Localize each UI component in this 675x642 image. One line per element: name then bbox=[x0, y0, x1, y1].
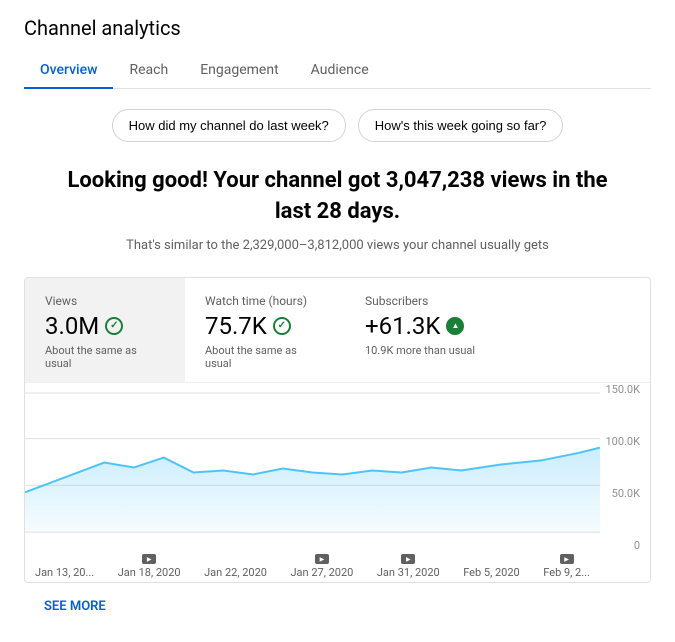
metric-watch-time: Watch time (hours) 75.7K About the same … bbox=[205, 294, 325, 370]
metrics-row-container: Views 3.0M About the same as usual Watch… bbox=[25, 278, 650, 382]
metrics-non-highlighted: Watch time (hours) 75.7K About the same … bbox=[185, 278, 495, 382]
x-label-jan27: Jan 27, 2020 bbox=[290, 554, 353, 579]
quick-btn-last-week[interactable]: How did my channel do last week? bbox=[112, 109, 346, 142]
metric-subs-desc: 10.9K more than usual bbox=[365, 344, 475, 357]
x-date-feb9: Feb 9, 2... bbox=[543, 566, 590, 579]
chart-svg bbox=[25, 383, 600, 552]
x-date-jan13: Jan 13, 20... bbox=[35, 566, 94, 579]
x-date-feb5: Feb 5, 2020 bbox=[463, 566, 520, 579]
x-label-jan18: Jan 18, 2020 bbox=[118, 554, 181, 579]
tab-reach[interactable]: Reach bbox=[113, 52, 184, 88]
x-label-jan31: Jan 31, 2020 bbox=[377, 554, 440, 579]
see-more-container: SEE MORE bbox=[24, 587, 651, 626]
summary-subtext: That's similar to the 2,329,000–3,812,00… bbox=[24, 238, 651, 253]
y-label-0: 0 bbox=[634, 539, 640, 552]
chart-area: 150.0K 100.0K 50.0K 0 Jan 13, 20... Jan … bbox=[25, 382, 650, 582]
tab-engagement[interactable]: Engagement bbox=[184, 52, 294, 88]
video-icon-feb9 bbox=[560, 554, 574, 564]
page-title: Channel analytics bbox=[24, 16, 651, 40]
tab-audience[interactable]: Audience bbox=[295, 52, 385, 88]
views-check-icon bbox=[105, 317, 123, 335]
metric-watch-value: 75.7K bbox=[205, 312, 267, 340]
x-date-jan18: Jan 18, 2020 bbox=[118, 566, 181, 579]
x-label-feb9: Feb 9, 2... bbox=[543, 554, 590, 579]
metric-watch-value-row: 75.7K bbox=[205, 312, 325, 340]
chart-fill bbox=[25, 447, 600, 532]
quick-buttons: How did my channel do last week? How's t… bbox=[24, 109, 651, 142]
x-label-jan22: Jan 22, 2020 bbox=[204, 554, 267, 579]
x-date-jan31: Jan 31, 2020 bbox=[377, 566, 440, 579]
x-date-jan27: Jan 27, 2020 bbox=[290, 566, 353, 579]
video-icon-jan27 bbox=[315, 554, 329, 564]
tab-overview[interactable]: Overview bbox=[24, 52, 113, 88]
subs-up-icon bbox=[446, 317, 464, 335]
y-label-100k: 100.0K bbox=[605, 435, 640, 448]
metric-views-value-row: 3.0M bbox=[45, 312, 165, 340]
quick-btn-this-week[interactable]: How's this week going so far? bbox=[358, 109, 564, 142]
page-container: Channel analytics Overview Reach Engagem… bbox=[0, 0, 675, 642]
metric-views-desc: About the same as usual bbox=[45, 344, 165, 370]
metric-subs-value-row: +61.3K bbox=[365, 312, 475, 340]
video-icon-jan31 bbox=[401, 554, 415, 564]
watch-check-icon bbox=[273, 317, 291, 335]
y-label-150k: 150.0K bbox=[605, 383, 640, 396]
metrics-chart-card: Views 3.0M About the same as usual Watch… bbox=[24, 277, 651, 583]
x-date-jan22: Jan 22, 2020 bbox=[204, 566, 267, 579]
metric-views: Views 3.0M About the same as usual bbox=[25, 278, 185, 382]
y-label-50k: 50.0K bbox=[612, 487, 640, 500]
see-more-link[interactable]: SEE MORE bbox=[24, 587, 126, 626]
x-label-feb5: Feb 5, 2020 bbox=[463, 554, 520, 579]
chart-svg-container bbox=[25, 383, 600, 552]
metric-views-label: Views bbox=[45, 294, 165, 308]
summary-headline: Looking good! Your channel got 3,047,238… bbox=[48, 166, 628, 228]
nav-tabs: Overview Reach Engagement Audience bbox=[24, 52, 651, 89]
metric-subs-label: Subscribers bbox=[365, 294, 475, 308]
metric-watch-desc: About the same as usual bbox=[205, 344, 325, 370]
x-label-jan13: Jan 13, 20... bbox=[35, 554, 94, 579]
metric-subscribers: Subscribers +61.3K 10.9K more than usual bbox=[365, 294, 475, 370]
metric-views-value: 3.0M bbox=[45, 312, 99, 340]
chart-x-labels: Jan 13, 20... Jan 18, 2020 Jan 22, 2020 … bbox=[25, 552, 600, 582]
chart-y-labels: 150.0K 100.0K 50.0K 0 bbox=[605, 383, 640, 552]
metric-watch-label: Watch time (hours) bbox=[205, 294, 325, 308]
video-icon-jan18 bbox=[142, 554, 156, 564]
metric-subs-value: +61.3K bbox=[365, 312, 440, 340]
